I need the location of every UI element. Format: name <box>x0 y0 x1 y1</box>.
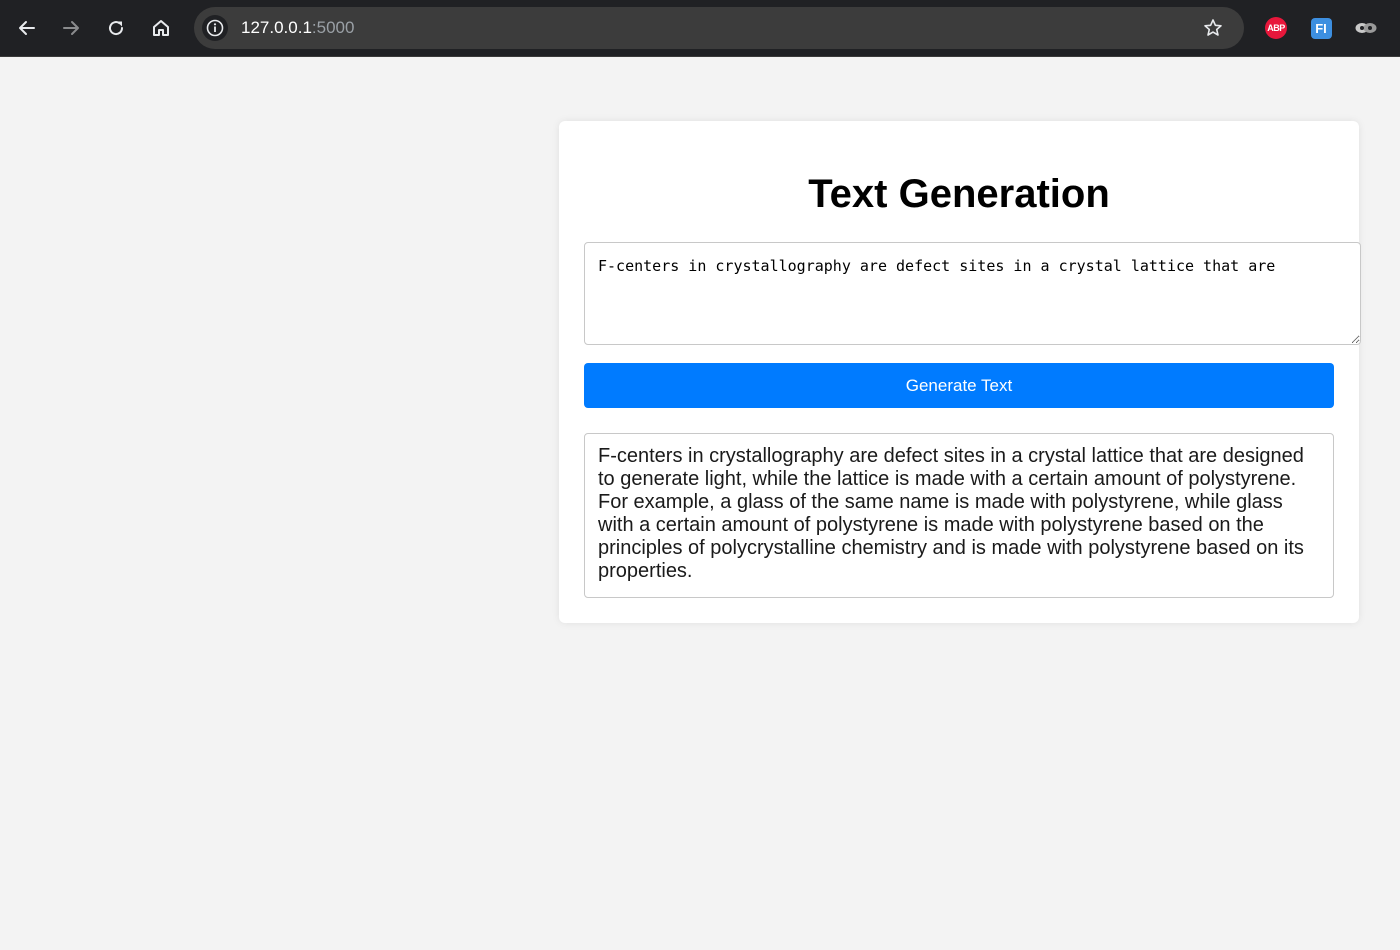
back-arrow-icon <box>19 21 35 35</box>
bookmark-button[interactable] <box>1201 16 1225 40</box>
bookmark-star-icon <box>1204 19 1222 36</box>
fi-extension-button[interactable]: FI <box>1309 16 1333 40</box>
home-button[interactable] <box>146 13 176 43</box>
forward-arrow-icon <box>63 21 79 35</box>
extensions-button[interactable] <box>1354 16 1378 40</box>
url-text[interactable]: 127.0.0.1:5000 <box>241 18 354 38</box>
url-port: :5000 <box>311 18 355 37</box>
site-info-icon <box>206 19 224 37</box>
reload-icon <box>109 21 124 36</box>
browser-toolbar: 127.0.0.1:5000 ABP FI <box>0 0 1400 57</box>
back-button[interactable] <box>12 13 42 43</box>
reload-button[interactable] <box>101 13 131 43</box>
adblock-plus-extension-button[interactable]: ABP <box>1264 16 1288 40</box>
forward-button[interactable] <box>56 13 86 43</box>
prompt-input[interactable]: F-centers in crystallography are defect … <box>584 242 1361 345</box>
home-icon <box>153 20 169 36</box>
page-title: Text Generation <box>808 172 1110 216</box>
address-bar[interactable]: 127.0.0.1:5000 <box>194 7 1244 49</box>
extensions-puzzle-icon <box>1355 23 1377 33</box>
text-generation-card: Text Generation F-centers in crystallogr… <box>559 121 1361 623</box>
adblock-plus-extension-icon: ABP <box>1265 17 1287 39</box>
generated-text-output: F-centers in crystallography are defect … <box>584 433 1334 598</box>
fi-extension-icon: FI <box>1310 17 1332 39</box>
url-host: 127.0.0.1 <box>241 18 312 37</box>
generate-text-button[interactable]: Generate Text <box>584 363 1334 408</box>
abp-label: ABP <box>1267 23 1285 33</box>
site-info-button[interactable] <box>202 15 228 41</box>
fi-label: FI <box>1315 20 1327 36</box>
